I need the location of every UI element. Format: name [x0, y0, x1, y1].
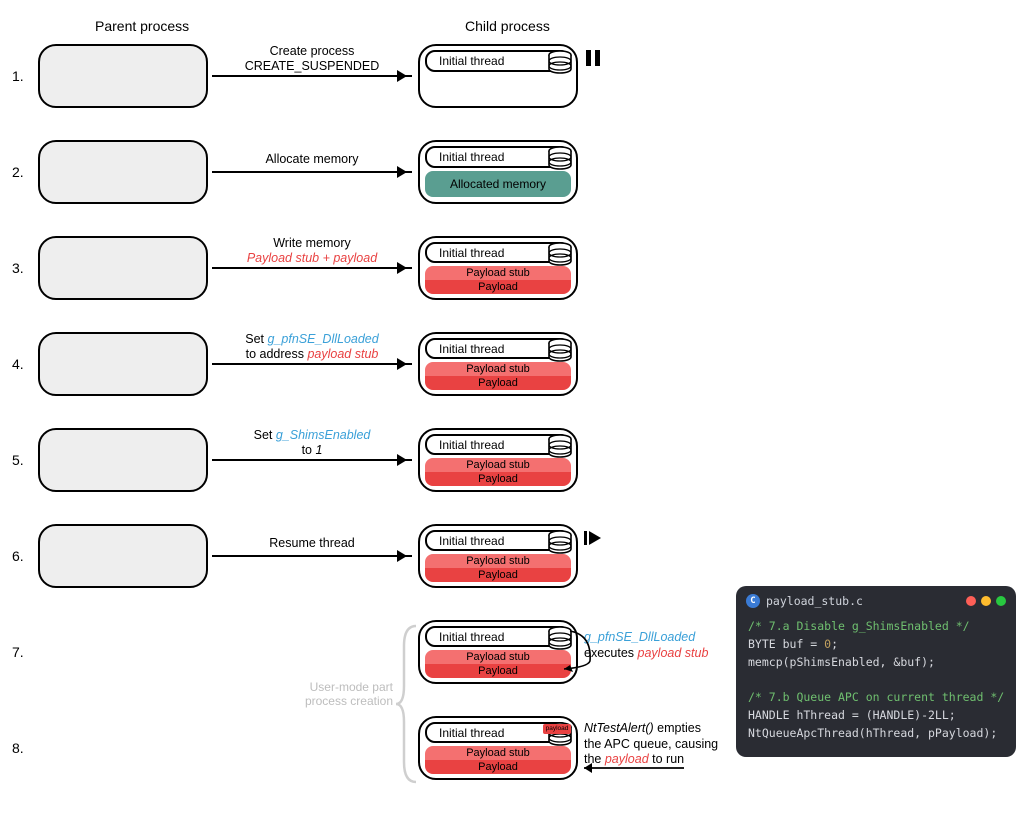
thread-stack-icon — [547, 434, 573, 460]
child-process-box: Initial thread Payload stubPayload — [418, 332, 578, 396]
child-process-box: Initial thread Allocated memory — [418, 140, 578, 204]
child-process-box: Initial thread — [418, 44, 578, 108]
step-number: 8. — [12, 740, 24, 756]
arrow-icon — [212, 75, 412, 77]
step-number: 7. — [12, 644, 24, 660]
diagram-row: 1. Create processCREATE_SUSPENDED Initial … — [0, 40, 700, 112]
queued-payload-tag: payload — [543, 724, 571, 734]
diagram-row: 2. Allocate memory Initial thread Allocated… — [0, 136, 700, 208]
parent-process-box — [38, 236, 208, 300]
parent-process-box — [38, 428, 208, 492]
thread-stack-icon — [547, 338, 573, 364]
initial-thread-pill: Initial thread — [425, 50, 571, 72]
callback-arrow-7 — [540, 625, 600, 675]
payload-memory-block: Payload stubPayload — [425, 266, 571, 294]
initial-thread-pill: Initial thread — [425, 338, 571, 359]
step-number: 4. — [12, 356, 24, 372]
diagram-row: 5. Set g_ShimsEnabledto 1 Initial thread Pa… — [0, 424, 700, 496]
step7-description: g_pfnSE_DllLoaded executes payload stub — [584, 630, 734, 661]
code-body: /* 7.a Disable g_ShimsEnabled */ BYTE bu… — [736, 614, 1016, 757]
step-number: 5. — [12, 452, 24, 468]
payload-memory-block: Payload stubPayload — [425, 746, 571, 774]
initial-thread-pill: Initial thread — [425, 146, 571, 168]
c-file-icon: C — [746, 594, 760, 608]
thread-stack-icon — [547, 50, 573, 76]
child-process-box: Initial thread Payload stubPayload — [418, 428, 578, 492]
child-process-box: Initial thread Payload stubPayload — [418, 236, 578, 300]
arrow-icon — [212, 267, 412, 269]
parent-process-box — [38, 332, 208, 396]
code-filename: payload_stub.c — [766, 594, 863, 608]
arrow-icon — [212, 459, 412, 461]
brace-label: User-mode part process creation — [275, 680, 393, 709]
arrow-label: Set g_ShimsEnabledto 1 — [218, 428, 406, 458]
thread-stack-icon — [547, 242, 573, 268]
parent-process-box — [38, 44, 208, 108]
arrow-label: Allocate memory — [218, 152, 406, 168]
child-process-box: Initial thread Payload stubPayload — [418, 524, 578, 588]
parent-process-box — [38, 140, 208, 204]
arrow-icon — [212, 363, 412, 365]
diagram-row: 6. Resume thread Initial thread Payload stu… — [0, 520, 700, 592]
return-arrow-8 — [576, 758, 686, 780]
window-min-icon — [981, 596, 991, 606]
step-number: 3. — [12, 260, 24, 276]
initial-thread-pill: Initial threadpayload — [425, 722, 571, 743]
child-process-box: Initial threadpayload Payload stubPayload — [418, 716, 578, 780]
pause-icon — [584, 49, 602, 67]
arrow-label: Write memoryPayload stub + payload — [218, 236, 406, 266]
arrow-label: Set g_pfnSE_DllLoadedto address payload … — [218, 332, 406, 362]
initial-thread-pill: Initial thread — [425, 530, 571, 551]
initial-thread-pill: Initial thread — [425, 242, 571, 263]
payload-memory-block: Payload stubPayload — [425, 458, 571, 486]
payload-memory-block: Payload stubPayload — [425, 362, 571, 390]
play-icon — [584, 529, 602, 547]
thread-stack-icon — [547, 146, 573, 172]
thread-stack-icon — [547, 530, 573, 556]
diagram-row: 4. Set g_pfnSE_DllLoadedto address payloa… — [0, 328, 700, 400]
window-max-icon — [996, 596, 1006, 606]
step-number: 1. — [12, 68, 24, 84]
child-header: Child process — [465, 18, 550, 34]
arrow-label: Create processCREATE_SUSPENDED — [218, 44, 406, 74]
parent-process-box — [38, 524, 208, 588]
step-number: 6. — [12, 548, 24, 564]
allocated-memory-block: Allocated memory — [425, 171, 571, 197]
diagram-row: 3. Write memoryPayload stub + payload Init… — [0, 232, 700, 304]
initial-thread-pill: Initial thread — [425, 434, 571, 455]
arrow-icon — [212, 555, 412, 557]
payload-memory-block: Payload stubPayload — [425, 554, 571, 582]
step-number: 2. — [12, 164, 24, 180]
arrow-label: Resume thread — [218, 536, 406, 552]
arrow-icon — [212, 171, 412, 173]
code-titlebar: C payload_stub.c — [736, 586, 1016, 614]
parent-header: Parent process — [95, 18, 189, 34]
window-close-icon — [966, 596, 976, 606]
brace-icon — [394, 624, 420, 784]
code-panel: C payload_stub.c /* 7.a Disable g_ShimsE… — [736, 586, 1016, 757]
